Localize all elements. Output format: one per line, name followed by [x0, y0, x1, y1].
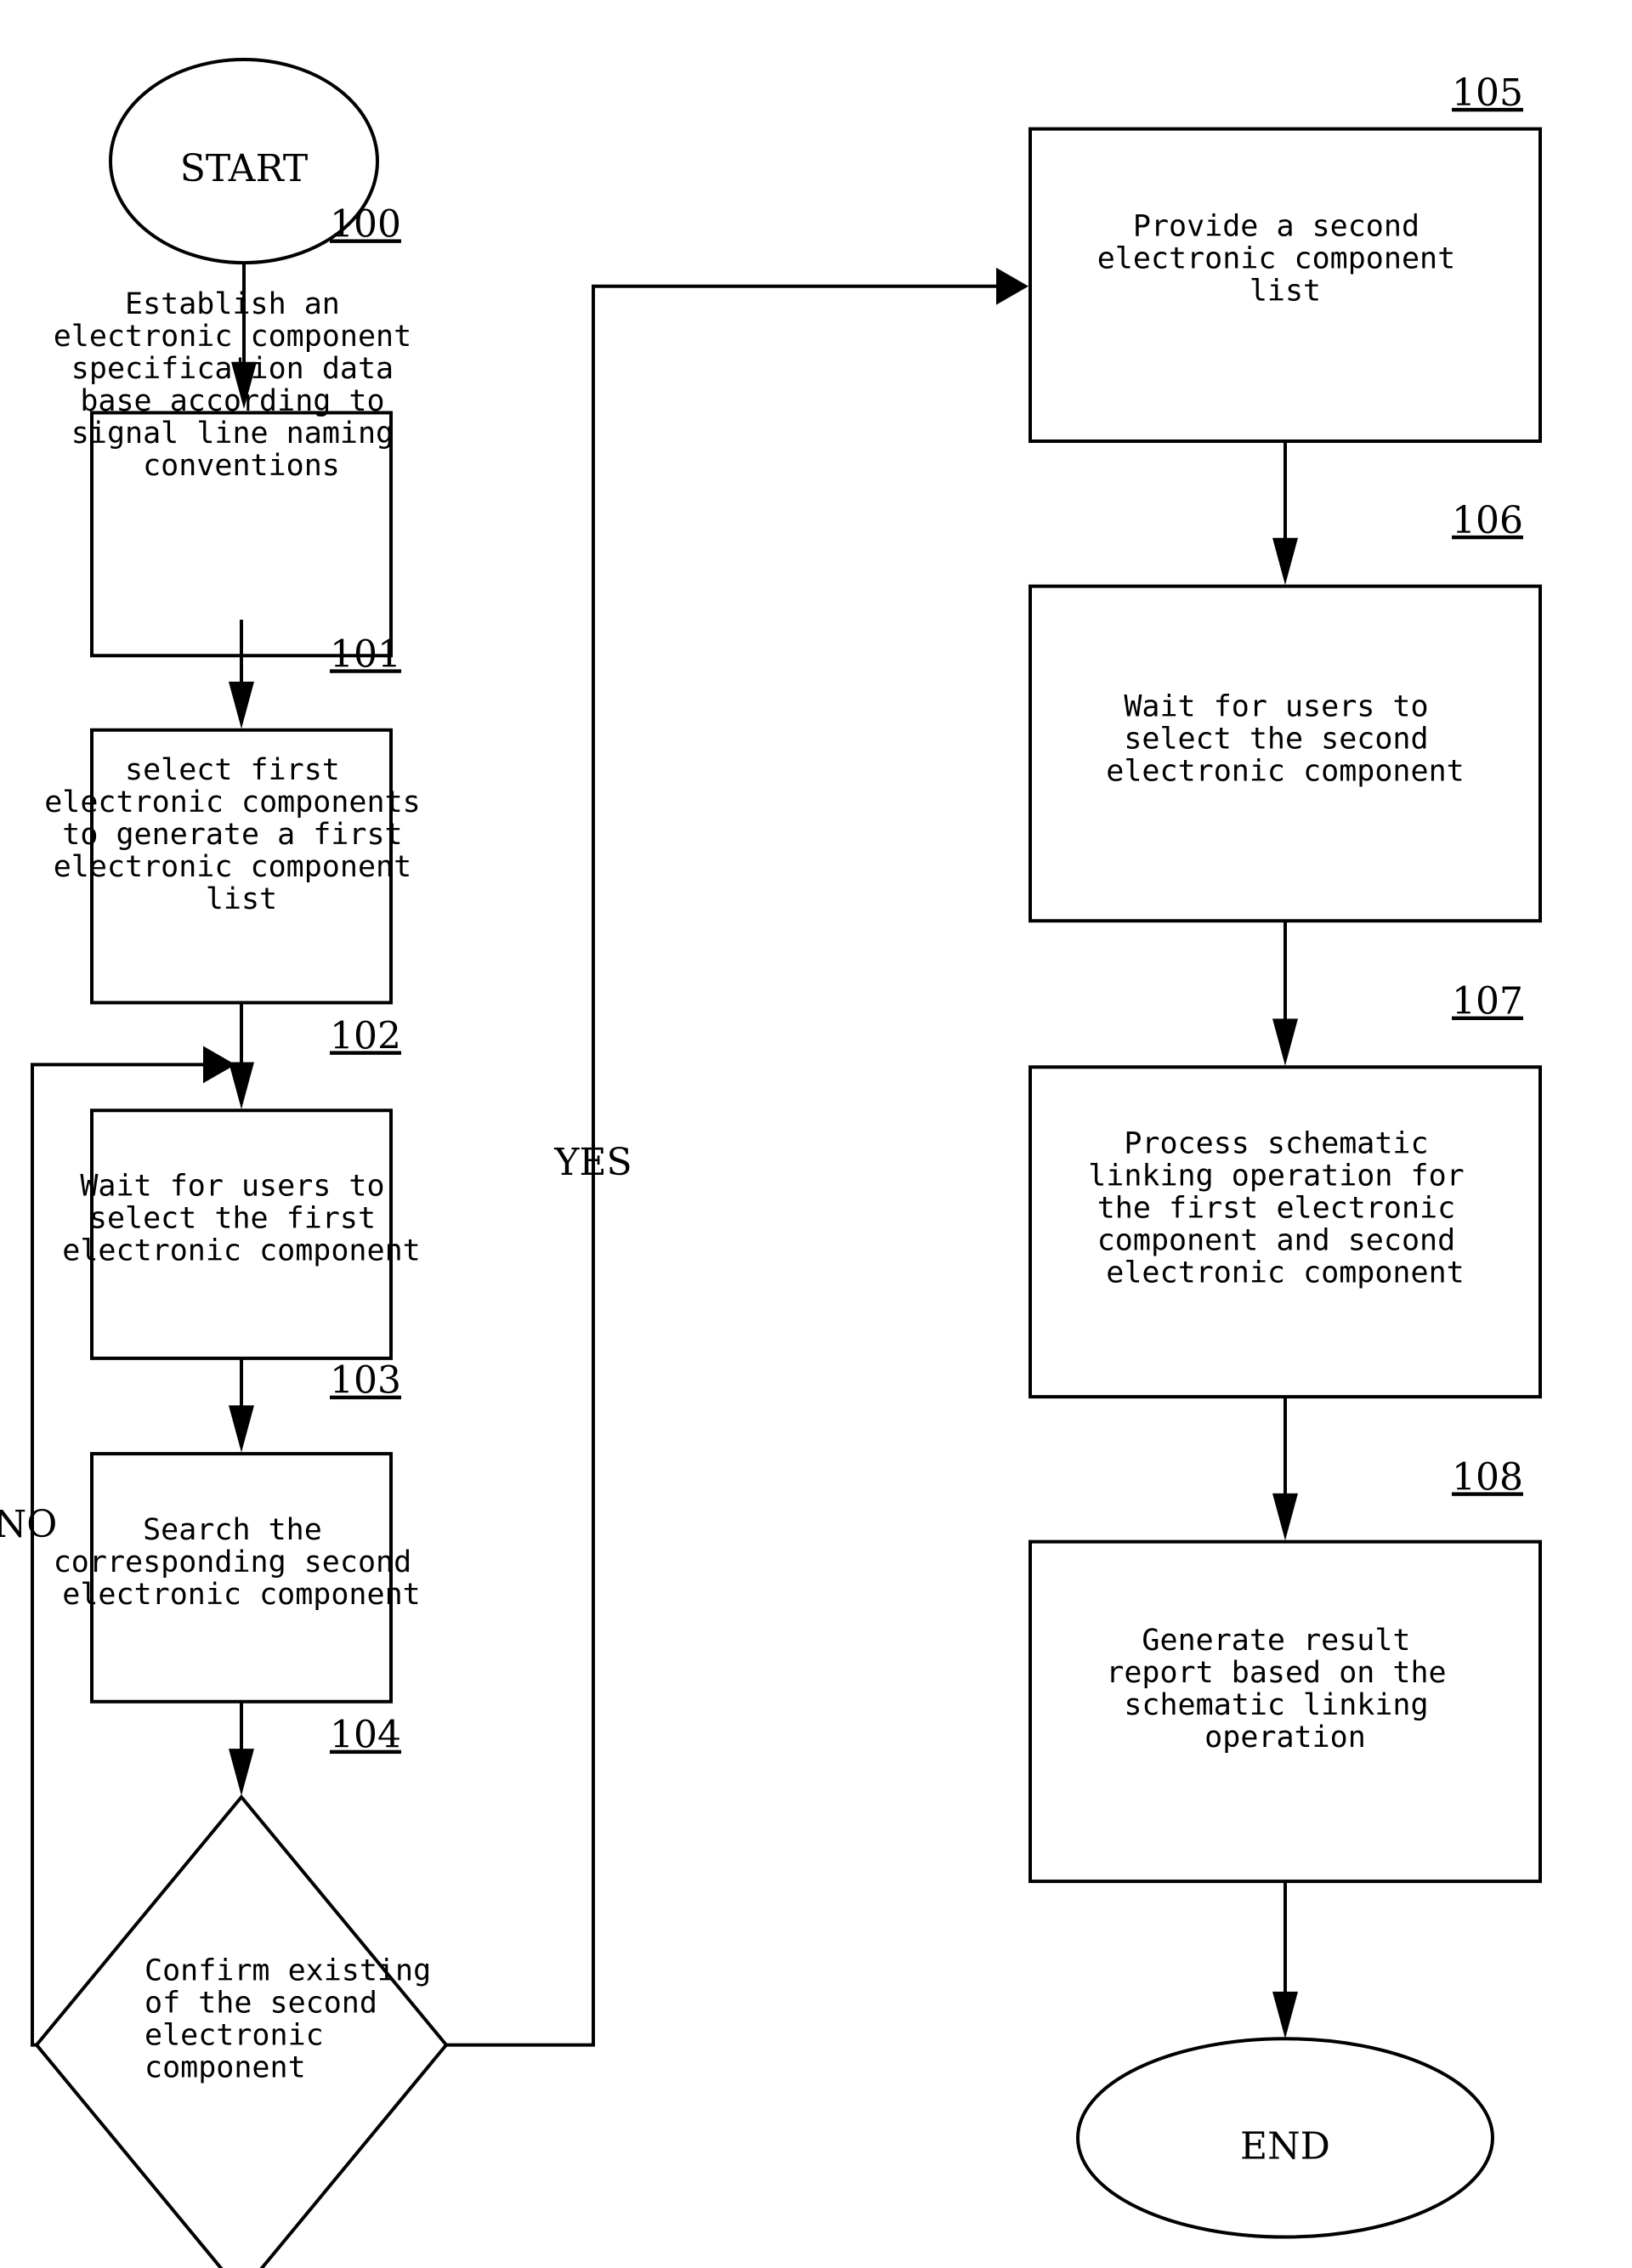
flowchart-svg: START 100 Establish an electronic compon…: [0, 0, 1632, 2268]
connector-108-to-end: [1272, 1881, 1298, 2039]
node-100-ref: 100: [330, 202, 401, 246]
edge-label-yes: YES: [553, 1141, 632, 1184]
node-106-text: Wait for users to select the second elec…: [1106, 690, 1464, 789]
node-104: 104 Confirm existing of the second elect…: [37, 1714, 449, 2268]
connector-103-to-104: [229, 1702, 254, 1796]
terminator-start-label: START: [180, 147, 309, 190]
node-106-ref: 106: [1452, 499, 1523, 542]
edge-label-no: NO: [0, 1503, 57, 1546]
node-107-ref: 107: [1452, 980, 1523, 1023]
node-102-text: Wait for users to select the first elect…: [62, 1170, 420, 1268]
connector-101-to-102: [229, 1002, 254, 1109]
connector-106-to-107: [1272, 921, 1298, 1066]
node-100: 100 Establish an electronic component sp…: [54, 202, 411, 655]
node-101-ref: 101: [330, 632, 401, 676]
node-102-ref: 102: [330, 1014, 401, 1057]
node-105-ref: 105: [1452, 71, 1523, 115]
node-105: 105 Provide a second electronic componen…: [1030, 71, 1540, 441]
node-103-ref: 103: [330, 1359, 401, 1403]
connector-107-to-108: [1272, 1397, 1298, 1541]
connector-105-to-106: [1272, 441, 1298, 586]
flowchart-canvas: START 100 Establish an electronic compon…: [0, 0, 1632, 2268]
node-108-ref: 108: [1452, 1455, 1523, 1499]
node-107-text: Process schematic linking operation for …: [1088, 1126, 1482, 1290]
terminator-end: END: [1078, 2038, 1493, 2237]
connector-102-to-103: [229, 1358, 254, 1453]
node-104-ref: 104: [330, 1714, 401, 1757]
terminator-end-label: END: [1240, 2125, 1330, 2169]
connector-yes-loop: YES: [446, 267, 1028, 2045]
